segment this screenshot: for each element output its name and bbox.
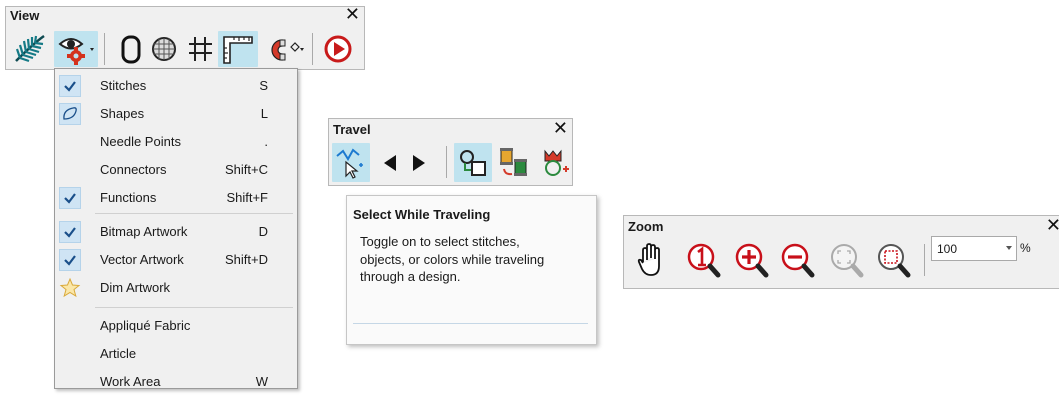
- menu-item-shortcut: D: [258, 224, 268, 239]
- tooltip-divider: [353, 323, 588, 324]
- zoom-toolbar-close-button[interactable]: ✕: [1046, 215, 1059, 235]
- grid-disc-icon[interactable]: [148, 31, 180, 67]
- zoom-box-icon[interactable]: [874, 240, 914, 282]
- menu-item-shortcut: .: [264, 134, 268, 149]
- checkmark-icon: [59, 221, 81, 243]
- tooltip: Select While Traveling Toggle on to sele…: [346, 195, 597, 345]
- menu-item-stitches[interactable]: Stitches S: [56, 72, 296, 100]
- menu-item-needle-points[interactable]: Needle Points.: [56, 128, 296, 156]
- menu-item-label: Appliqué Fabric: [100, 318, 191, 333]
- menu-item-connectors[interactable]: Connectors Shift+C: [56, 156, 296, 184]
- checkmark-icon: [59, 249, 81, 271]
- zoom-fit-icon: [827, 240, 867, 282]
- zoom-in-icon[interactable]: [732, 240, 772, 282]
- pan-hand-icon[interactable]: [634, 240, 670, 282]
- dim-artwork-star-icon: [59, 277, 81, 299]
- checkmark-icon: [59, 75, 81, 97]
- shape-outline-icon: [59, 103, 81, 125]
- menu-item-label: Stitches: [100, 78, 147, 93]
- magnet-snap-icon[interactable]: [260, 31, 306, 67]
- chevron-down-icon[interactable]: [1006, 246, 1012, 250]
- menu-item-dim-artwork[interactable]: Dim Artwork: [56, 274, 296, 302]
- check-slot: [59, 131, 81, 153]
- menu-item-label: Dim Artwork: [100, 280, 171, 295]
- menu-item-shortcut: W: [255, 374, 268, 389]
- toolbar-separator: [924, 244, 925, 276]
- check-slot: [59, 159, 81, 181]
- view-toolbar-title: View: [10, 8, 40, 23]
- travel-toolbar: Travel ✕: [328, 118, 573, 186]
- check-slot: [59, 315, 81, 337]
- menu-item-bitmap-artwork[interactable]: Bitmap Artwork D: [56, 218, 296, 246]
- menu-item-label: Shapes: [100, 106, 145, 121]
- zoom-1-to-1-icon[interactable]: [684, 240, 724, 282]
- checkmark-icon: [59, 187, 81, 209]
- menu-item-shortcut: Shift+D: [225, 252, 268, 267]
- menu-item-label: Work Area: [100, 374, 161, 389]
- menu-separator: [95, 213, 293, 214]
- menu-item-label: Needle Points: [100, 134, 181, 149]
- ruler-icon[interactable]: [218, 31, 258, 67]
- zoom-toolbar: Zoom ✕ 100 %: [623, 215, 1059, 289]
- menu-item-vector-artwork[interactable]: Vector Artwork Shift+D: [56, 246, 296, 274]
- menu-item-article[interactable]: Article: [56, 340, 296, 368]
- travel-functions-icon[interactable]: [535, 143, 571, 182]
- menu-item-label: Vector Artwork: [100, 252, 184, 267]
- check-slot: [59, 343, 81, 365]
- menu-item-label: Functions: [100, 190, 157, 205]
- menu-item-functions[interactable]: Functions Shift+F: [56, 184, 296, 212]
- travel-toolbar-close-button[interactable]: ✕: [553, 118, 568, 138]
- view-toolbar-close-button[interactable]: ✕: [345, 4, 360, 24]
- zoom-toolbar-title: Zoom: [628, 219, 664, 234]
- tooltip-title: Select While Traveling: [353, 207, 491, 222]
- grid-icon[interactable]: [184, 31, 216, 67]
- menu-item-shortcut: Shift+F: [226, 190, 268, 205]
- menu-separator: [95, 307, 293, 308]
- menu-item-label: Article: [100, 346, 137, 361]
- zoom-level-combo[interactable]: 100: [931, 236, 1017, 261]
- check-slot: [59, 371, 81, 393]
- show-options-eye-gear-icon[interactable]: [54, 31, 98, 67]
- stitches-feather-icon[interactable]: [12, 31, 48, 67]
- toolbar-separator: [312, 33, 313, 65]
- zoom-out-icon[interactable]: [778, 240, 818, 282]
- view-options-menu: Stitches S Shapes L Needle Points. Connectors…: [54, 68, 298, 389]
- hoop-icon[interactable]: [114, 31, 148, 67]
- travel-forward-icon[interactable]: [405, 143, 433, 182]
- play-record-icon[interactable]: [320, 31, 356, 67]
- zoom-level-value: 100: [937, 242, 958, 256]
- travel-back-icon[interactable]: [376, 143, 404, 182]
- menu-item-appliqu-fabric[interactable]: Appliqué Fabric: [56, 312, 296, 340]
- travel-toolbar-title: Travel: [333, 122, 371, 137]
- menu-item-shortcut: L: [260, 106, 268, 121]
- menu-item-label: Connectors: [100, 162, 167, 177]
- zoom-unit-label: %: [1020, 241, 1031, 255]
- menu-item-shortcut: S: [259, 78, 268, 93]
- toolbar-separator: [446, 146, 447, 178]
- menu-item-label: Bitmap Artwork: [100, 224, 188, 239]
- toolbar-separator: [104, 33, 105, 65]
- tooltip-body: Toggle on to select stitches, objects, o…: [360, 234, 545, 284]
- travel-colors-icon[interactable]: [495, 143, 533, 182]
- menu-item-shortcut: Shift+C: [225, 162, 268, 177]
- travel-objects-icon[interactable]: [454, 143, 492, 182]
- view-toolbar: View ✕: [5, 4, 365, 70]
- menu-item-shapes[interactable]: Shapes L: [56, 100, 296, 128]
- select-while-traveling-icon[interactable]: [332, 143, 370, 182]
